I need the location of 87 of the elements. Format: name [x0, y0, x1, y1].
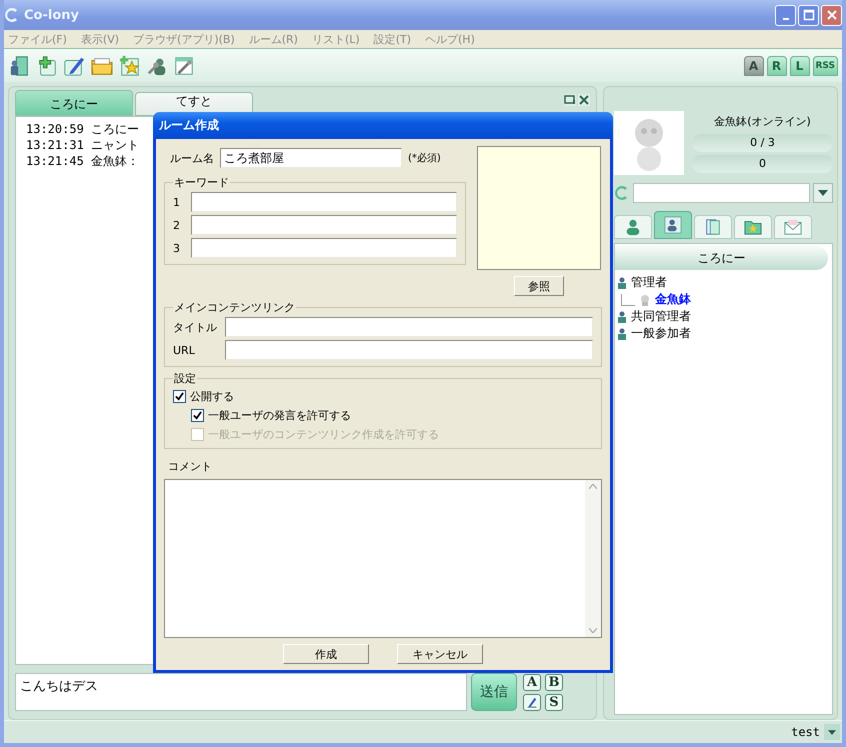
score-value: 0 — [692, 155, 833, 173]
comment-field[interactable] — [164, 479, 602, 638]
chat-message: 13:21:45 金魚鉢： — [26, 153, 140, 169]
group-icon — [617, 310, 627, 322]
checkbox[interactable] — [191, 408, 204, 422]
dropdown-button[interactable] — [813, 183, 833, 203]
format-button[interactable]: B — [545, 674, 563, 690]
pen-icon — [526, 696, 538, 708]
user-icon — [639, 294, 651, 306]
format-button[interactable]: A — [523, 674, 541, 690]
people-tab[interactable] — [654, 211, 692, 239]
app-logo-icon — [4, 7, 20, 23]
checkbox-label: 公開する — [190, 388, 234, 404]
scrollbar[interactable] — [585, 480, 601, 637]
room-name-header: ころにー — [615, 246, 828, 270]
minimize-button[interactable] — [775, 4, 796, 26]
check-icon — [175, 392, 184, 400]
tree-connector-icon — [621, 294, 635, 306]
group-label[interactable]: 管理者 — [631, 274, 667, 291]
folder-tab-button[interactable]: R — [766, 56, 786, 76]
group-icon — [617, 328, 627, 340]
person-icon — [624, 218, 642, 236]
dialog-button[interactable]: キャンセル — [397, 644, 483, 664]
app-logo-icon — [614, 185, 630, 201]
star-plus-icon[interactable] — [118, 54, 142, 76]
caret-icon — [818, 190, 828, 196]
scroll-up-icon — [589, 484, 597, 489]
restore-icon[interactable] — [564, 94, 576, 106]
field-label: ルーム名 — [170, 150, 214, 166]
field-label: タイトル — [173, 320, 218, 334]
room-tab[interactable]: ころにー — [15, 90, 133, 116]
browse-button[interactable]: 参照 — [514, 276, 564, 296]
member-count: 0 / 3 — [692, 134, 833, 152]
minimize-icon — [782, 18, 788, 20]
close-button[interactable] — [821, 4, 842, 26]
link-field[interactable] — [225, 340, 593, 360]
maximize-button[interactable] — [798, 4, 819, 26]
person-tab[interactable] — [614, 215, 652, 239]
star-folder-icon — [744, 218, 762, 236]
chat-message: 13:21:31 ニャント — [26, 137, 140, 153]
checkbox-label: 一般ユーザのコンテンツリンク作成を許可する — [208, 426, 439, 442]
mail-tab[interactable] — [774, 215, 812, 239]
group-legend: キーワード — [173, 175, 230, 190]
field-label: URL — [173, 344, 196, 356]
close-icon — [826, 9, 838, 21]
dialog-button[interactable]: 作成 — [283, 644, 369, 664]
dialog-title: ルーム作成 — [153, 112, 613, 139]
group-label[interactable]: 共同管理者 — [631, 308, 691, 325]
pen-button[interactable] — [523, 694, 541, 710]
group-legend: メインコンテンツリンク — [173, 300, 296, 315]
message-input[interactable]: こんちはデス — [15, 673, 467, 711]
checkbox[interactable] — [173, 390, 186, 402]
user-label: test — [791, 725, 820, 739]
folder-tab-button[interactable]: RSS — [812, 56, 838, 76]
chat-message: 13:20:59 ころにー — [26, 121, 140, 137]
member-name[interactable]: 金魚鉢 — [655, 291, 691, 308]
send-button[interactable]: 送信 — [471, 673, 517, 711]
star-folder-tab[interactable] — [734, 215, 772, 239]
keyword-field[interactable] — [191, 192, 457, 212]
keyword-field[interactable] — [191, 215, 457, 235]
group-legend: 設定 — [173, 371, 197, 386]
format-button[interactable]: S — [545, 694, 563, 710]
group-icon — [617, 276, 627, 288]
dropdown-button[interactable] — [824, 724, 840, 740]
close-icon[interactable] — [578, 94, 590, 106]
caret-icon — [828, 730, 836, 734]
door-tab[interactable] — [694, 215, 732, 239]
pages-icon — [704, 218, 722, 236]
maximize-icon — [802, 9, 814, 21]
required-note: (*必須) — [408, 152, 441, 165]
scroll-down-icon — [589, 628, 597, 633]
room-name-field[interactable]: ころ煮部屋 — [220, 148, 402, 168]
link-field[interactable] — [225, 317, 593, 337]
field-label: 1 — [173, 196, 181, 208]
group-label[interactable]: 一般参加者 — [631, 325, 691, 342]
window-title: Co-lony — [24, 8, 79, 22]
field-label: 2 — [173, 218, 181, 232]
keyword-field[interactable] — [191, 238, 457, 258]
room-combo-field[interactable] — [633, 183, 810, 203]
user-status: 金魚鉢(オンライン) — [713, 114, 812, 130]
field-label: 3 — [173, 242, 181, 254]
mail-icon — [784, 218, 802, 236]
check-icon — [193, 410, 202, 420]
user-card-icon — [664, 216, 682, 234]
field-label: コメント — [167, 459, 213, 475]
checkbox-label: 一般ユーザの発言を許可する — [208, 408, 351, 422]
folder-tab-button[interactable]: L — [790, 56, 810, 76]
